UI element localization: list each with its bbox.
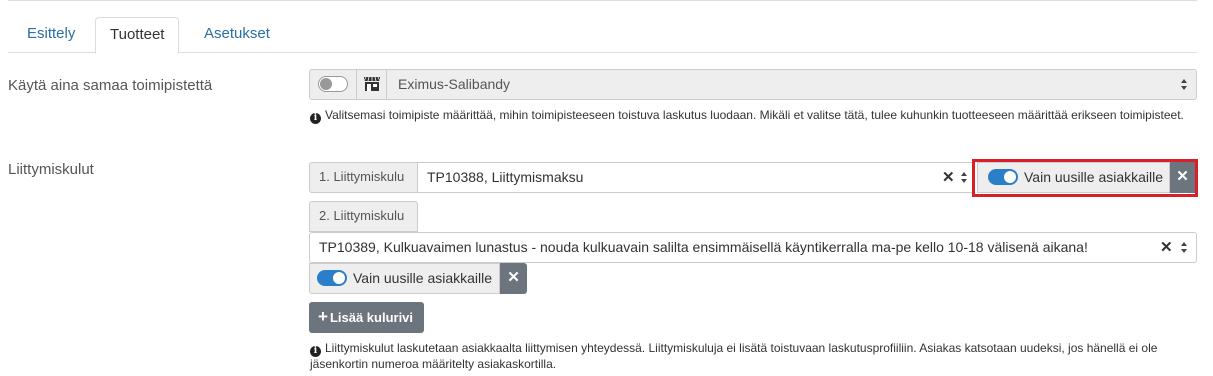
select-caret-icon[interactable]	[961, 172, 968, 183]
add-fee-button[interactable]: + Lisää kulurivi	[309, 302, 424, 333]
office-help-text: Valitsemasi toimipiste määrittää, mihin …	[325, 108, 1184, 122]
divider	[356, 70, 357, 99]
office-toggle[interactable]	[318, 76, 348, 92]
fees-label: Liittymiskulut	[8, 161, 94, 178]
office-label: Käytä aina samaa toimipistettä	[8, 77, 213, 94]
clear-icon[interactable]: ✕	[942, 168, 955, 186]
fees-help-text: Liittymiskulut laskutetaan asiakkaalta l…	[310, 341, 1158, 371]
office-help: i Valitsemasi toimipiste määrittää, mihin…	[310, 108, 1190, 124]
new-only-label: Vain uusille asiakkaille	[353, 270, 493, 286]
fees-help: i Liittymiskulut laskutetaan asiakkaalta …	[310, 341, 1195, 372]
fee-2-new-only: Vain uusille asiakkaille	[309, 263, 500, 294]
tab-bar: Esittely Tuotteet Asetukset	[8, 17, 1197, 54]
fee-1-value: TP10388, Liittymismaksu	[427, 169, 584, 185]
plus-icon: +	[318, 307, 328, 326]
office-select-group: Eximus-Salibandy	[309, 69, 1197, 100]
fee-2-select[interactable]: TP10389, Kulkuavaimen lunastus - nouda k…	[309, 232, 1197, 263]
fee-2-addon: 2. Liittymiskulu	[309, 201, 418, 232]
top-divider	[8, 0, 1197, 1]
highlight-box	[972, 159, 1198, 197]
info-icon: i	[310, 113, 321, 124]
remove-fee-button[interactable]: ✕	[500, 263, 527, 294]
fee-1-addon: 1. Liittymiskulu	[309, 162, 418, 193]
office-select-value[interactable]: Eximus-Salibandy	[398, 76, 510, 92]
select-caret-icon[interactable]	[1181, 79, 1188, 90]
info-icon: i	[310, 346, 321, 357]
tab-esittely[interactable]: Esittely	[13, 17, 89, 53]
tab-tuotteet[interactable]: Tuotteet	[95, 17, 180, 54]
fee-2-value: TP10389, Kulkuavaimen lunastus - nouda k…	[319, 239, 1088, 255]
clear-icon[interactable]: ✕	[1160, 238, 1173, 256]
divider	[386, 70, 387, 99]
tab-asetukset[interactable]: Asetukset	[190, 17, 284, 53]
fee-1-select[interactable]: TP10388, Liittymismaksu ✕	[417, 162, 975, 193]
add-fee-label: Lisää kulurivi	[329, 310, 414, 325]
new-only-toggle[interactable]	[317, 270, 347, 286]
select-caret-icon[interactable]	[1181, 242, 1188, 253]
store-icon	[363, 76, 385, 93]
